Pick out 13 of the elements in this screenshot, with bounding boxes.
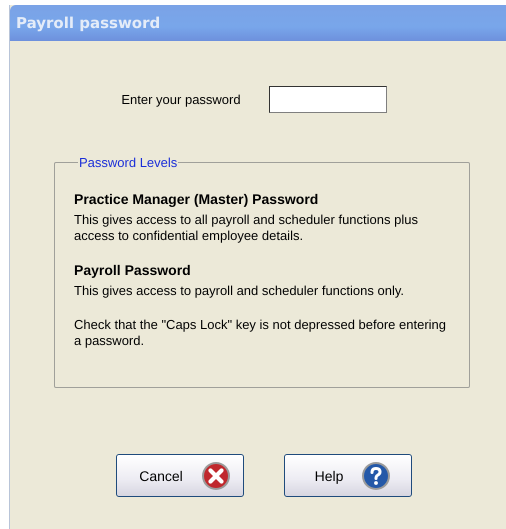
help-button[interactable]: Help (284, 454, 412, 497)
cancel-button[interactable]: Cancel (116, 454, 244, 497)
window-title: Payroll password (16, 14, 160, 32)
close-icon (200, 460, 231, 490)
description-text: This gives access to all payroll and scheduler functions plus access to confidential employee details. (74, 212, 419, 244)
description-text: This gives access to payroll and scheduler functions only. (74, 283, 405, 299)
group-title: Password Levels (78, 155, 178, 170)
section-heading: Payroll Password (74, 262, 192, 278)
password-field[interactable] (268, 86, 387, 113)
password-label: Enter your password (121, 92, 241, 107)
help-icon (361, 460, 392, 490)
section-heading: Practice Manager (Master) Password (74, 191, 320, 207)
description-text: Check that the "Caps Lock" key is not depressed before entering a password. (74, 317, 447, 349)
